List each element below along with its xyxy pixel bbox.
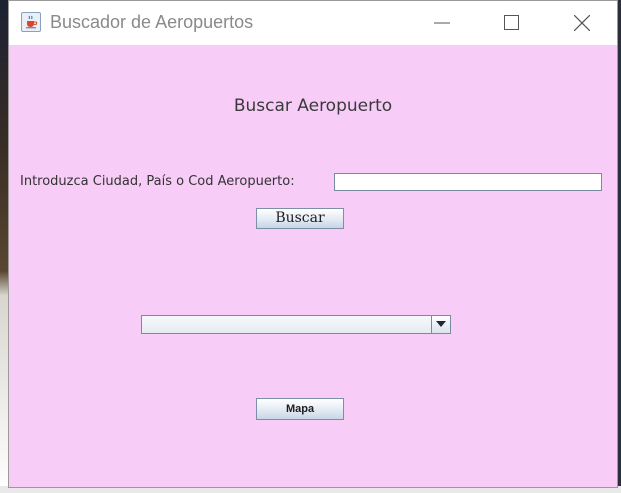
search-label: Introduzca Ciudad, País o Cod Aeropuerto… [20, 174, 295, 189]
window-title: Buscador de Aeropuertos [50, 12, 254, 32]
minimize-icon [434, 22, 450, 24]
dropdown-arrow-button[interactable] [431, 316, 450, 333]
search-input[interactable] [334, 173, 602, 191]
search-button[interactable]: Buscar [256, 208, 344, 229]
title-bar[interactable]: Buscador de Aeropuertos [9, 1, 617, 45]
airport-results-dropdown[interactable] [141, 315, 451, 334]
close-icon [574, 15, 590, 31]
minimize-button[interactable] [419, 7, 465, 39]
chevron-down-icon [436, 321, 446, 327]
map-button[interactable]: Mapa [256, 398, 344, 420]
app-window: Buscador de Aeropuertos Buscar Aeropuert… [8, 0, 618, 488]
maximize-button[interactable] [489, 7, 535, 39]
maximize-icon [504, 15, 519, 30]
page-title: Buscar Aeropuerto [233, 96, 393, 116]
java-cup-icon [21, 12, 41, 32]
close-button[interactable] [559, 7, 605, 39]
